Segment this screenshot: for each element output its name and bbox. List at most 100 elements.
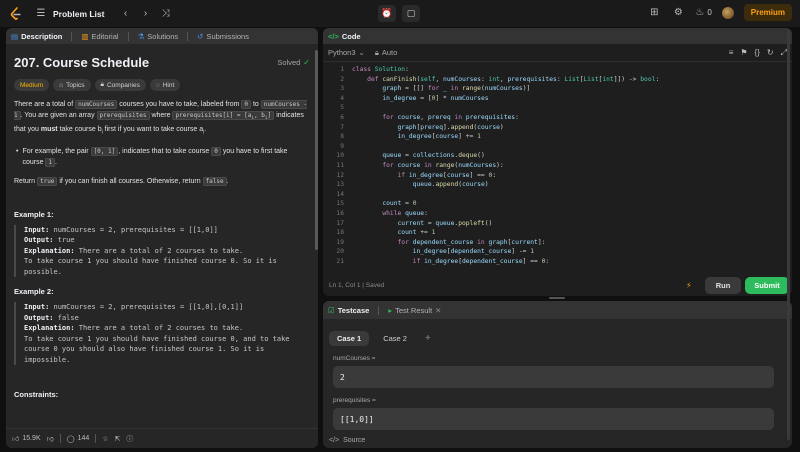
- page-scrollbar[interactable]: [787, 30, 790, 440]
- code-line[interactable]: 16 while queue:: [323, 210, 792, 220]
- tab-code[interactable]: </> Code: [328, 32, 361, 41]
- like-count: 15.9K: [22, 435, 41, 442]
- tab-description-label: Description: [21, 31, 63, 41]
- topics-button[interactable]: ⌂ Topics: [53, 79, 91, 91]
- reset-icon[interactable]: ↻: [767, 48, 774, 58]
- description-scrollbar[interactable]: [315, 50, 318, 250]
- line-code: graph[prereq].append(course): [397, 123, 504, 131]
- page-title[interactable]: 207. Course Schedule: [14, 55, 149, 70]
- tab-submissions[interactable]: ↺ Submissions: [197, 32, 249, 41]
- tab-testcase[interactable]: ☑ Testcase: [328, 306, 369, 315]
- timer-button[interactable]: ⏰: [378, 5, 396, 22]
- avatar[interactable]: [721, 6, 734, 19]
- value: false: [53, 313, 79, 322]
- inline-code: true: [36, 176, 58, 186]
- submit-button[interactable]: Submit: [745, 277, 789, 294]
- code-line[interactable]: 10 queue = collections.deque(): [323, 152, 792, 162]
- companies-button[interactable]: 🔒︎ Companies: [94, 79, 146, 91]
- code-line[interactable]: 6 for course, prereq in prerequisites:: [323, 114, 792, 124]
- code-line[interactable]: 12 if in_degree[course] == 0:: [323, 172, 792, 182]
- bullet-dot: •: [16, 147, 19, 155]
- notes-button[interactable]: ▢: [402, 5, 420, 22]
- shuffle-icon[interactable]: ⤨: [158, 6, 172, 22]
- share-button[interactable]: ⇱: [115, 435, 121, 443]
- code-editor[interactable]: 1 class Solution: 2 def canFinish(self, nu…: [323, 65, 792, 271]
- help-button[interactable]: ⓘ: [126, 434, 133, 444]
- code-toolbar: Python3 ⌄ 🔒︎ Auto ≡ ⚑ {} ↻ ⤢: [323, 44, 792, 62]
- star-icon: ☆: [102, 435, 109, 443]
- format-icon[interactable]: ≡: [729, 48, 734, 58]
- case-1-tab[interactable]: Case 1: [329, 331, 370, 346]
- auto-mode-label: Auto: [381, 48, 398, 57]
- streak-counter[interactable]: ♨ 0: [695, 5, 711, 21]
- code-line[interactable]: 19 for dependent_course in graph[current…: [323, 239, 792, 249]
- code-line[interactable]: 11 for course in range(numCourses):: [323, 162, 792, 172]
- source-toggle[interactable]: </> Source: [329, 437, 365, 444]
- code-line[interactable]: 18 count += 1: [323, 229, 792, 239]
- num-courses-label: numCourses =: [333, 355, 376, 362]
- leetcode-logo-icon[interactable]: [8, 6, 22, 21]
- line-number: 8: [340, 133, 344, 141]
- bookmark-icon[interactable]: ⚑: [740, 48, 747, 58]
- like-button[interactable]: 👍︎ 15.9K: [12, 434, 41, 443]
- magic-wand-icon[interactable]: ⚡: [686, 281, 692, 290]
- problem-list-button[interactable]: ☰ Problem List: [34, 6, 105, 22]
- code-line[interactable]: 4 in_degree = [0] * numCourses: [323, 95, 792, 105]
- code-line[interactable]: 17 current = queue.popleft(): [323, 220, 792, 230]
- code-line[interactable]: 7 graph[prereq].append(course): [323, 124, 792, 134]
- line-number: 13: [336, 181, 344, 189]
- prerequisites-input[interactable]: [[1,0]]: [333, 408, 774, 430]
- auto-mode-toggle[interactable]: 🔒︎ Auto: [375, 48, 397, 58]
- run-button[interactable]: Run: [705, 277, 741, 294]
- share-icon: ⇱: [114, 435, 121, 443]
- panel-resize-handle[interactable]: [549, 297, 565, 299]
- code-line[interactable]: 13 queue.append(course): [323, 181, 792, 191]
- hint-button[interactable]: ◌ Hint: [149, 79, 181, 91]
- code-line[interactable]: 21 if in_degree[dependent_course] == 0:: [323, 258, 792, 268]
- tab-description[interactable]: ▤ Description: [11, 32, 62, 41]
- tab-submissions-label: Submissions: [206, 31, 249, 41]
- tab-test-result[interactable]: ▸ Test Result ✕: [388, 306, 441, 315]
- thumbs-up-icon: 👍︎: [12, 436, 20, 443]
- favorite-button[interactable]: ☆: [102, 435, 108, 443]
- line-code: for dependent_course in graph[current]:: [397, 238, 546, 246]
- case-2-tab[interactable]: Case 2: [375, 331, 415, 346]
- text: ]: [267, 112, 272, 119]
- code-line[interactable]: 14: [323, 191, 792, 201]
- close-icon[interactable]: ✕: [435, 306, 441, 315]
- line-code: in_degree[dependent_course] -= 1: [412, 248, 535, 256]
- comments-button[interactable]: ◯ 144: [67, 435, 90, 443]
- subscript: i: [101, 129, 103, 136]
- chevron-right-icon[interactable]: ›: [138, 6, 152, 22]
- code-line[interactable]: 5: [323, 104, 792, 114]
- code-icon: </>: [328, 31, 339, 41]
- num-courses-input[interactable]: 2: [333, 366, 774, 388]
- line-number: 19: [336, 238, 344, 246]
- description-panel: ▤ Description ▥ Editorial ⚗ Solutions ↺ …: [6, 28, 318, 448]
- value: numCourses = 2, prerequisites = [[1,0],[…: [49, 303, 244, 312]
- text: if you can finish all courses. Otherwise…: [59, 177, 201, 185]
- flame-icon: ♨: [695, 7, 705, 18]
- code-line[interactable]: 2 def canFinish(self, numCourses: int, p…: [323, 76, 792, 86]
- premium-button[interactable]: Premium: [743, 4, 792, 21]
- tab-editorial[interactable]: ▥ Editorial: [81, 32, 118, 41]
- line-number: 14: [336, 190, 344, 198]
- code-line[interactable]: 20 in_degree[dependent_course] -= 1: [323, 248, 792, 258]
- braces-icon[interactable]: {}: [755, 48, 760, 58]
- chevron-left-icon[interactable]: ‹: [118, 6, 132, 22]
- code-line[interactable]: 1 class Solution:: [323, 66, 792, 76]
- tab-solutions[interactable]: ⚗ Solutions: [138, 32, 179, 41]
- text: , indicates that to take course: [118, 147, 210, 155]
- line-code: count += 1: [397, 229, 436, 237]
- language-select[interactable]: Python3 ⌄: [328, 48, 365, 57]
- code-line[interactable]: 8 in_degree[course] += 1: [323, 133, 792, 143]
- add-case-icon[interactable]: +: [425, 333, 431, 344]
- gear-icon[interactable]: ⚙: [671, 5, 685, 21]
- dislike-button[interactable]: 👎︎: [47, 434, 54, 443]
- layout-grid-icon[interactable]: ⊞: [647, 5, 661, 21]
- code-line[interactable]: 9: [323, 143, 792, 153]
- code-line[interactable]: 3 graph = [[] for _ in range(numCourses)…: [323, 85, 792, 95]
- code-line[interactable]: 15 count = 0: [323, 200, 792, 210]
- tab-solutions-label: Solutions: [147, 31, 179, 41]
- label: Input:: [24, 225, 50, 234]
